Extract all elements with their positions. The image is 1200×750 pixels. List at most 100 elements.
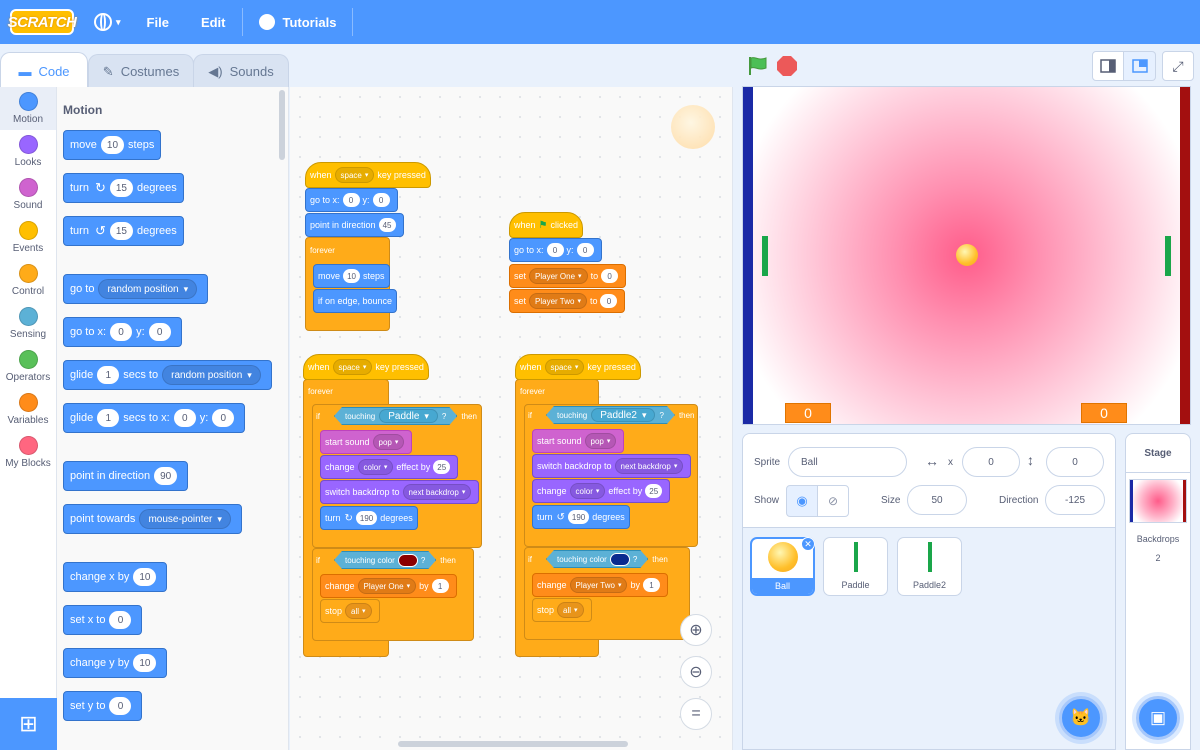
touching-sensor[interactable]: touchingPaddle? bbox=[334, 407, 457, 425]
block-dropdown[interactable]: space bbox=[332, 359, 373, 375]
block-input[interactable]: 10 bbox=[133, 654, 157, 672]
block-change-effect[interactable]: changecoloreffect by25 bbox=[320, 455, 459, 479]
file-menu[interactable]: File bbox=[131, 0, 185, 44]
block-change-variable[interactable]: changePlayer Twoby1 bbox=[532, 573, 668, 597]
block-turn-left[interactable]: turn ↺ 190 degrees bbox=[532, 505, 630, 529]
scratch-logo[interactable]: SCRATCH bbox=[8, 9, 77, 35]
block-turn-right[interactable]: turn ↻ 15 degrees bbox=[63, 173, 184, 203]
block-dropdown[interactable]: random position bbox=[98, 279, 198, 299]
block-input[interactable]: 0 bbox=[372, 193, 390, 207]
block-dropdown[interactable]: Player Two bbox=[569, 577, 628, 593]
tab-code[interactable]: ▬ Code bbox=[0, 52, 88, 89]
block-input[interactable]: 0 bbox=[173, 409, 196, 427]
ball-sprite[interactable] bbox=[956, 244, 978, 266]
block-input[interactable]: 0 bbox=[109, 611, 132, 629]
block-set-y[interactable]: set y to 0 bbox=[63, 691, 143, 721]
block-input[interactable]: 10 bbox=[100, 136, 125, 154]
language-menu[interactable]: ▾ bbox=[74, 0, 131, 44]
edit-menu[interactable]: Edit bbox=[185, 0, 242, 44]
block-input[interactable]: 0 bbox=[110, 323, 133, 341]
category-variables[interactable]: Variables bbox=[0, 388, 56, 431]
block-dropdown[interactable]: color bbox=[357, 459, 394, 475]
block-move-steps[interactable]: move 10 steps bbox=[63, 130, 162, 160]
category-control[interactable]: Control bbox=[0, 259, 56, 302]
stage-target-pane[interactable]: Stage Backdrops 2 ▣ bbox=[1125, 433, 1191, 750]
stop-button[interactable] bbox=[777, 56, 797, 76]
block-dropdown[interactable]: Player One bbox=[357, 578, 417, 594]
block-dropdown[interactable]: Player One bbox=[529, 268, 588, 284]
block-input[interactable]: 0 bbox=[601, 269, 619, 283]
zoom-in-button[interactable]: ⊕ bbox=[680, 614, 712, 646]
block-dropdown[interactable]: Paddle2 bbox=[591, 408, 655, 422]
category-sound[interactable]: Sound bbox=[0, 173, 56, 216]
block-switch-backdrop[interactable]: switch backdrop to next backdrop bbox=[320, 480, 480, 504]
block-set-variable[interactable]: setPlayer Twoto0 bbox=[509, 289, 626, 313]
hide-sprite-button[interactable]: ⊘ bbox=[817, 485, 849, 517]
block-input[interactable]: 0 bbox=[576, 243, 594, 257]
sprite-tile-paddle2[interactable]: Paddle2 bbox=[897, 537, 962, 596]
paddle2-sprite[interactable] bbox=[1165, 236, 1171, 276]
block-dropdown[interactable]: Player Two bbox=[529, 293, 587, 309]
block-input[interactable]: 1 bbox=[97, 366, 120, 384]
block-dropdown[interactable]: space bbox=[334, 167, 375, 183]
block-point-in-direction[interactable]: point in direction 45 bbox=[305, 213, 404, 237]
touching-sensor[interactable]: touchingPaddle2? bbox=[546, 406, 675, 424]
block-change-x[interactable]: change x by 10 bbox=[63, 562, 168, 592]
block-input[interactable]: 0 bbox=[212, 409, 235, 427]
choose-sprite-button[interactable]: 🐱 bbox=[1059, 696, 1103, 740]
block-input[interactable]: 10 bbox=[343, 269, 361, 283]
block-input[interactable]: 1 bbox=[97, 409, 120, 427]
block-dropdown[interactable]: pop bbox=[372, 434, 405, 450]
block-input[interactable]: 0 bbox=[342, 193, 360, 207]
stage-canvas[interactable]: 0 0 bbox=[742, 86, 1191, 425]
block-input[interactable]: 0 bbox=[600, 294, 618, 308]
sprite-tile-paddle[interactable]: Paddle bbox=[823, 537, 888, 596]
block-dropdown[interactable]: next backdrop bbox=[402, 484, 472, 500]
sprite-name-input[interactable]: Ball bbox=[788, 447, 907, 477]
direction-input[interactable]: -125 bbox=[1045, 485, 1105, 515]
block-dropdown[interactable]: pop bbox=[584, 433, 617, 449]
zoom-reset-button[interactable]: = bbox=[680, 698, 712, 730]
workspace-scrollbar[interactable] bbox=[398, 741, 628, 747]
zoom-out-button[interactable]: ⊖ bbox=[680, 656, 712, 688]
touching-color-sensor[interactable]: touching color? bbox=[546, 550, 648, 568]
block-move-steps[interactable]: move 10 steps bbox=[313, 264, 390, 288]
block-go-to-xy[interactable]: go to x: 0 y: 0 bbox=[305, 188, 398, 212]
block-set-variable[interactable]: setPlayer Oneto0 bbox=[509, 264, 627, 288]
delete-sprite-icon[interactable]: ✕ bbox=[801, 537, 815, 551]
block-glide-to[interactable]: glide 1 secs to random position bbox=[63, 360, 272, 390]
block-when-key-pressed[interactable]: whenspacekey pressed bbox=[303, 354, 429, 380]
block-go-to-xy[interactable]: go to x: 0 y: 0 bbox=[63, 317, 182, 347]
category-events[interactable]: Events bbox=[0, 216, 56, 259]
block-stop[interactable]: stop all bbox=[532, 598, 592, 622]
block-go-to-xy[interactable]: go to x: 0 y: 0 bbox=[509, 238, 602, 262]
tab-sounds[interactable]: ◀) Sounds bbox=[193, 54, 289, 88]
size-input[interactable]: 50 bbox=[907, 485, 967, 515]
block-when-key-pressed[interactable]: whenspacekey pressed bbox=[515, 354, 641, 380]
block-change-y[interactable]: change y by 10 bbox=[63, 648, 168, 678]
block-dropdown[interactable]: all bbox=[345, 603, 372, 619]
block-dropdown[interactable]: random position bbox=[162, 365, 261, 385]
fullscreen-button[interactable]: ⤢ bbox=[1162, 51, 1194, 81]
category-sensing[interactable]: Sensing bbox=[0, 302, 56, 345]
show-sprite-button[interactable]: ◉ bbox=[786, 485, 818, 517]
block-glide-to-xy[interactable]: glide 1 secs to x: 0 y: 0 bbox=[63, 403, 246, 433]
add-extension-button[interactable]: ⊞ bbox=[0, 698, 57, 750]
block-input[interactable]: 0 bbox=[109, 697, 132, 715]
category-looks[interactable]: Looks bbox=[0, 130, 56, 173]
block-change-effect[interactable]: changecoloreffect by25 bbox=[532, 479, 671, 503]
stage-thumbnail[interactable] bbox=[1129, 479, 1187, 523]
block-dropdown[interactable]: space bbox=[544, 359, 585, 375]
x-input[interactable]: 0 bbox=[962, 447, 1020, 477]
block-dropdown[interactable]: next backdrop bbox=[614, 458, 684, 474]
block-input[interactable]: 25 bbox=[645, 484, 663, 498]
block-change-variable[interactable]: changePlayer Oneby1 bbox=[320, 574, 457, 598]
y-input[interactable]: 0 bbox=[1046, 447, 1104, 477]
block-turn-right[interactable]: turn ↻ 190 degrees bbox=[320, 506, 418, 530]
block-input[interactable]: 45 bbox=[378, 218, 396, 232]
tutorials-menu[interactable]: Tutorials bbox=[243, 0, 353, 44]
block-dropdown[interactable]: all bbox=[557, 602, 584, 618]
touching-color-sensor[interactable]: touching color? bbox=[334, 551, 436, 569]
block-input[interactable]: 0 bbox=[148, 323, 171, 341]
block-turn-left[interactable]: turn ↺ 15 degrees bbox=[63, 216, 184, 246]
